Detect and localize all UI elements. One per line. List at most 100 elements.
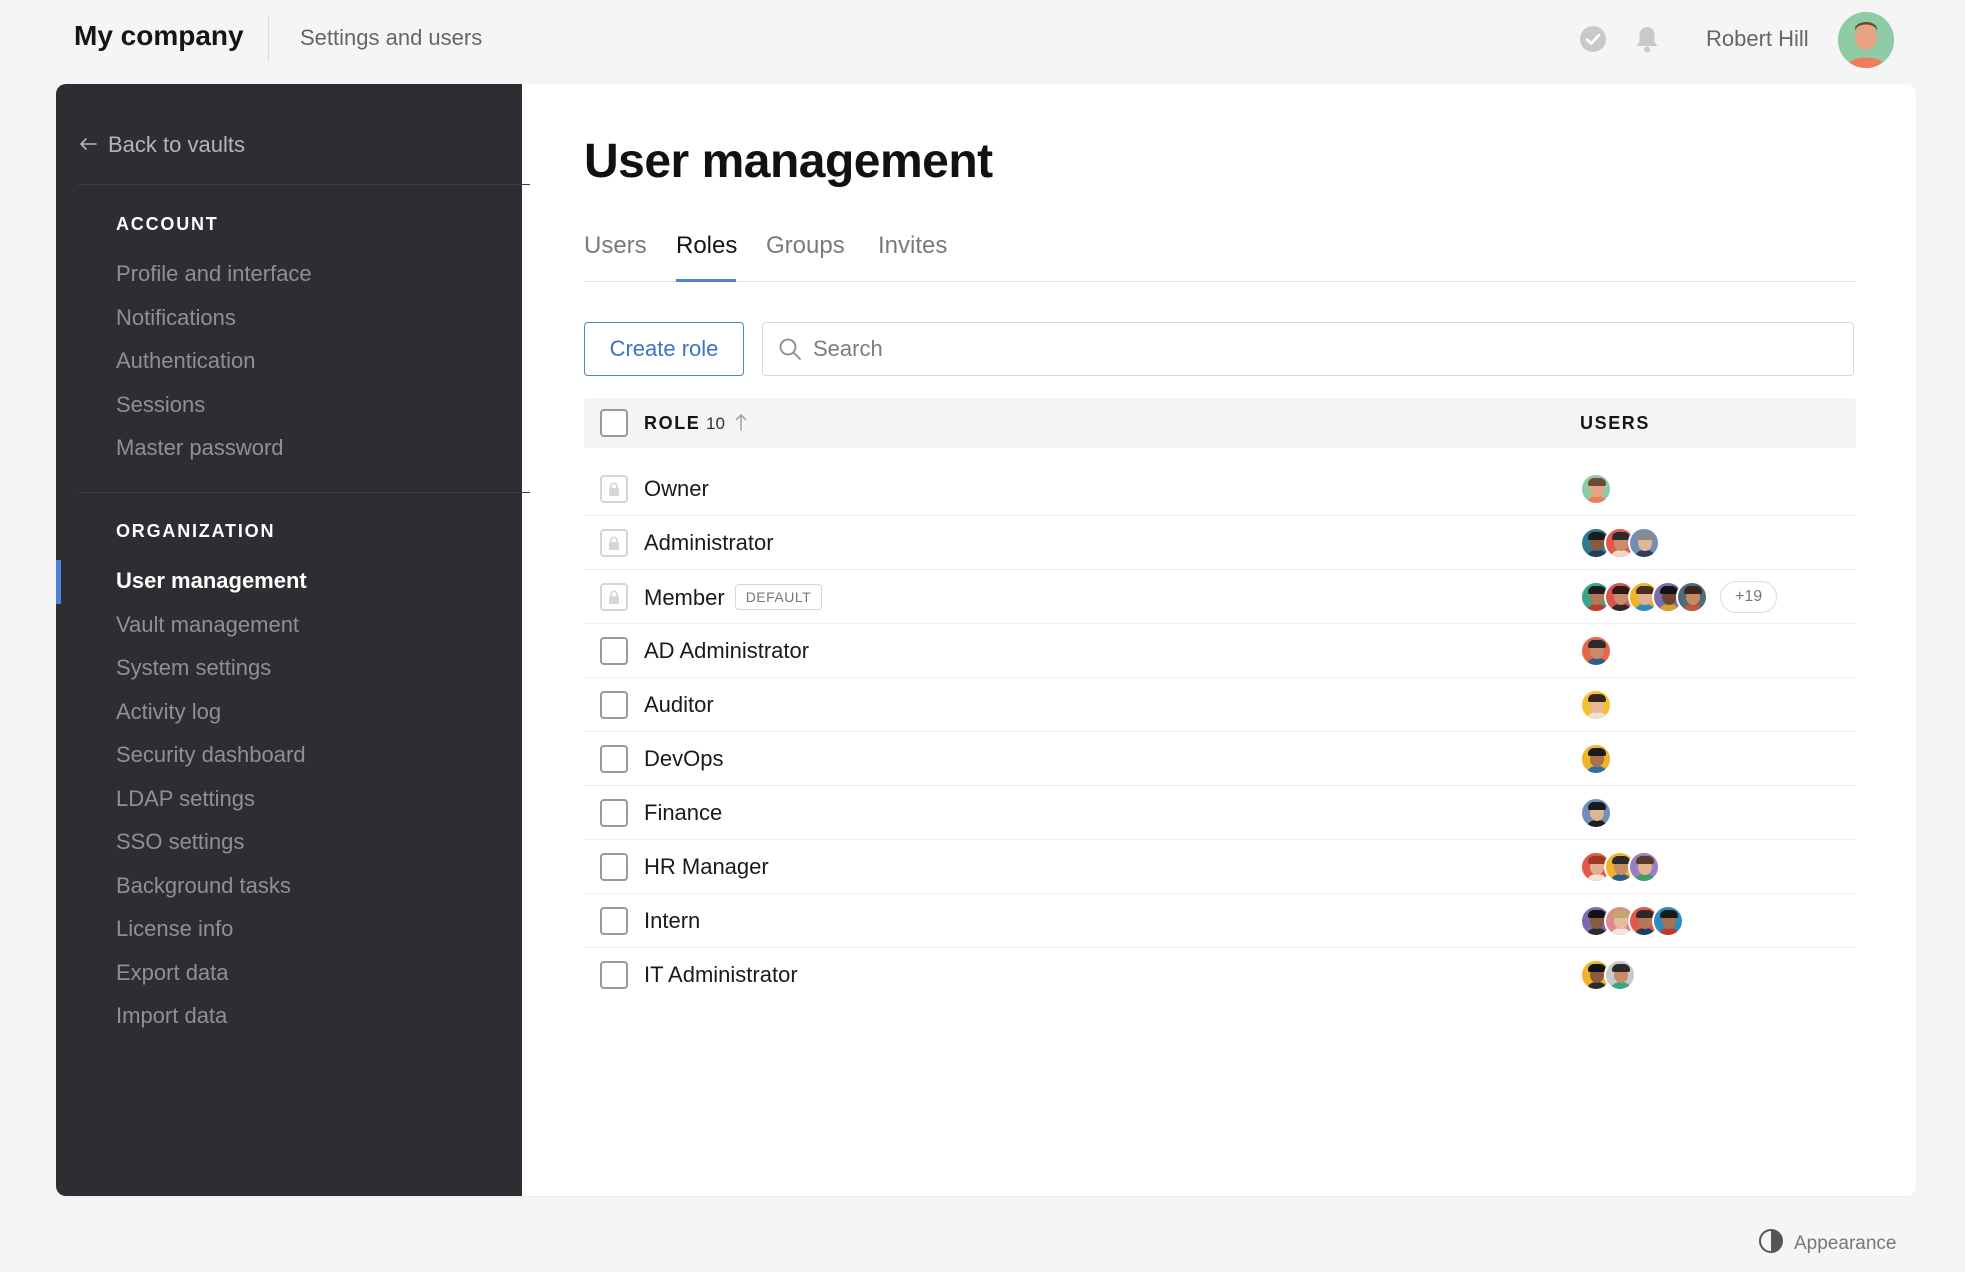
user-avatars[interactable]: +19 (1580, 581, 1778, 613)
avatar[interactable] (1580, 743, 1612, 775)
appearance-label: Appearance (1794, 1233, 1897, 1254)
role-name-text: Auditor (644, 692, 714, 717)
avatar[interactable] (1676, 581, 1708, 613)
tab-roles[interactable]: Roles (676, 232, 737, 282)
user-avatars[interactable] (1580, 635, 1612, 667)
default-badge: DEFAULT (734, 584, 823, 610)
sidebar-item-import-data[interactable]: Import data (116, 1003, 227, 1029)
more-users-count[interactable]: +19 (1720, 581, 1778, 613)
role-name: Owner (644, 476, 709, 502)
sidebar-item-sso-settings[interactable]: SSO settings (116, 829, 244, 855)
sidebar-item-background-tasks[interactable]: Background tasks (116, 873, 291, 899)
select-all-checkbox[interactable] (600, 409, 628, 437)
tab-invites[interactable]: Invites (878, 232, 947, 282)
back-to-vaults-link[interactable]: Back to vaults (78, 132, 245, 158)
table-row[interactable]: DevOps (584, 732, 1856, 786)
sort-ascending-icon[interactable] (734, 412, 748, 437)
create-role-button[interactable]: Create role (584, 322, 744, 376)
avatar[interactable] (1580, 473, 1612, 505)
user-avatars[interactable] (1580, 689, 1612, 721)
avatar[interactable] (1580, 635, 1612, 667)
lock-icon (600, 529, 628, 557)
table-row[interactable]: IT Administrator (584, 948, 1856, 1002)
search-input[interactable] (813, 336, 1813, 362)
search-icon (777, 336, 803, 362)
avatar[interactable] (1580, 689, 1612, 721)
sidebar-item-master-password[interactable]: Master password (116, 435, 284, 461)
sidebar-item-notifications[interactable]: Notifications (116, 305, 236, 331)
main-card: Back to vaults ACCOUNT Profile and inter… (56, 84, 1916, 1196)
back-link-label: Back to vaults (108, 132, 245, 157)
content-area: User management Users Roles Groups Invit… (522, 84, 1916, 1196)
row-checkbox[interactable] (600, 853, 628, 881)
table-row[interactable]: Auditor (584, 678, 1856, 732)
tab-bar: Users Roles Groups Invites (584, 232, 1856, 282)
search-box[interactable] (762, 322, 1854, 376)
lock-icon (600, 583, 628, 611)
role-name-text: Owner (644, 476, 709, 501)
tab-users[interactable]: Users (584, 232, 647, 282)
sidebar-item-license-info[interactable]: License info (116, 916, 233, 942)
user-avatars[interactable] (1580, 851, 1660, 883)
table-row[interactable]: Owner (584, 462, 1856, 516)
row-checkbox[interactable] (600, 637, 628, 665)
sidebar-item-security-dashboard[interactable]: Security dashboard (116, 742, 306, 768)
role-name-text: Member (644, 585, 725, 610)
tab-groups[interactable]: Groups (766, 232, 845, 282)
role-name-text: DevOps (644, 746, 724, 771)
sidebar-item-user-management[interactable]: User management (116, 568, 307, 594)
role-name: DevOps (644, 746, 723, 772)
user-avatars[interactable] (1580, 959, 1636, 991)
sidebar-item-sessions[interactable]: Sessions (116, 392, 205, 418)
role-name: Auditor (644, 692, 714, 718)
section-title-account: ACCOUNT (116, 214, 219, 234)
active-indicator (56, 560, 61, 604)
sidebar-item-profile[interactable]: Profile and interface (116, 261, 312, 287)
divider (78, 184, 530, 185)
table-row[interactable]: AD Administrator (584, 624, 1856, 678)
role-name-text: Intern (644, 908, 701, 933)
avatar[interactable] (1604, 959, 1636, 991)
table-row[interactable]: HR Manager (584, 840, 1856, 894)
table-row[interactable]: Intern (584, 894, 1856, 948)
sidebar-item-activity-log[interactable]: Activity log (116, 699, 221, 725)
avatar[interactable] (1580, 797, 1612, 829)
user-avatars[interactable] (1580, 905, 1684, 937)
row-checkbox[interactable] (600, 745, 628, 773)
row-checkbox[interactable] (600, 691, 628, 719)
sidebar-item-ldap-settings[interactable]: LDAP settings (116, 786, 255, 812)
sidebar-item-export-data[interactable]: Export data (116, 960, 229, 986)
bell-icon[interactable] (1632, 24, 1662, 54)
table-row[interactable]: Member DEFAULT +19 (584, 570, 1856, 624)
avatar[interactable] (1628, 527, 1660, 559)
sidebar-item-authentication[interactable]: Authentication (116, 348, 255, 374)
role-column-header[interactable]: ROLE (644, 413, 700, 434)
check-circle-icon[interactable] (1578, 24, 1608, 54)
avatar[interactable] (1838, 12, 1894, 68)
role-name-text: Administrator (644, 530, 774, 555)
role-name: Member DEFAULT (644, 584, 823, 611)
row-checkbox[interactable] (600, 961, 628, 989)
user-avatars[interactable] (1580, 743, 1612, 775)
appearance-toggle[interactable]: Appearance (1758, 1228, 1896, 1260)
role-count: 10 (706, 414, 725, 433)
row-checkbox[interactable] (600, 799, 628, 827)
avatar[interactable] (1628, 851, 1660, 883)
role-name: Administrator (644, 530, 774, 556)
user-avatars[interactable] (1580, 473, 1612, 505)
section-title-organization: ORGANIZATION (116, 521, 276, 541)
row-checkbox[interactable] (600, 907, 628, 935)
user-name[interactable]: Robert Hill (1706, 26, 1809, 52)
role-name-text: IT Administrator (644, 962, 798, 987)
role-name-text: AD Administrator (644, 638, 810, 663)
sidebar-item-vault-management[interactable]: Vault management (116, 612, 299, 638)
arrow-left-icon (78, 132, 98, 158)
table-row[interactable]: Administrator (584, 516, 1856, 570)
user-avatars[interactable] (1580, 797, 1612, 829)
user-avatars[interactable] (1580, 527, 1660, 559)
breadcrumb: Settings and users (300, 25, 483, 50)
avatar[interactable] (1652, 905, 1684, 937)
sidebar-item-system-settings[interactable]: System settings (116, 655, 271, 681)
table-row[interactable]: Finance (584, 786, 1856, 840)
brand-name[interactable]: My company (74, 20, 244, 52)
